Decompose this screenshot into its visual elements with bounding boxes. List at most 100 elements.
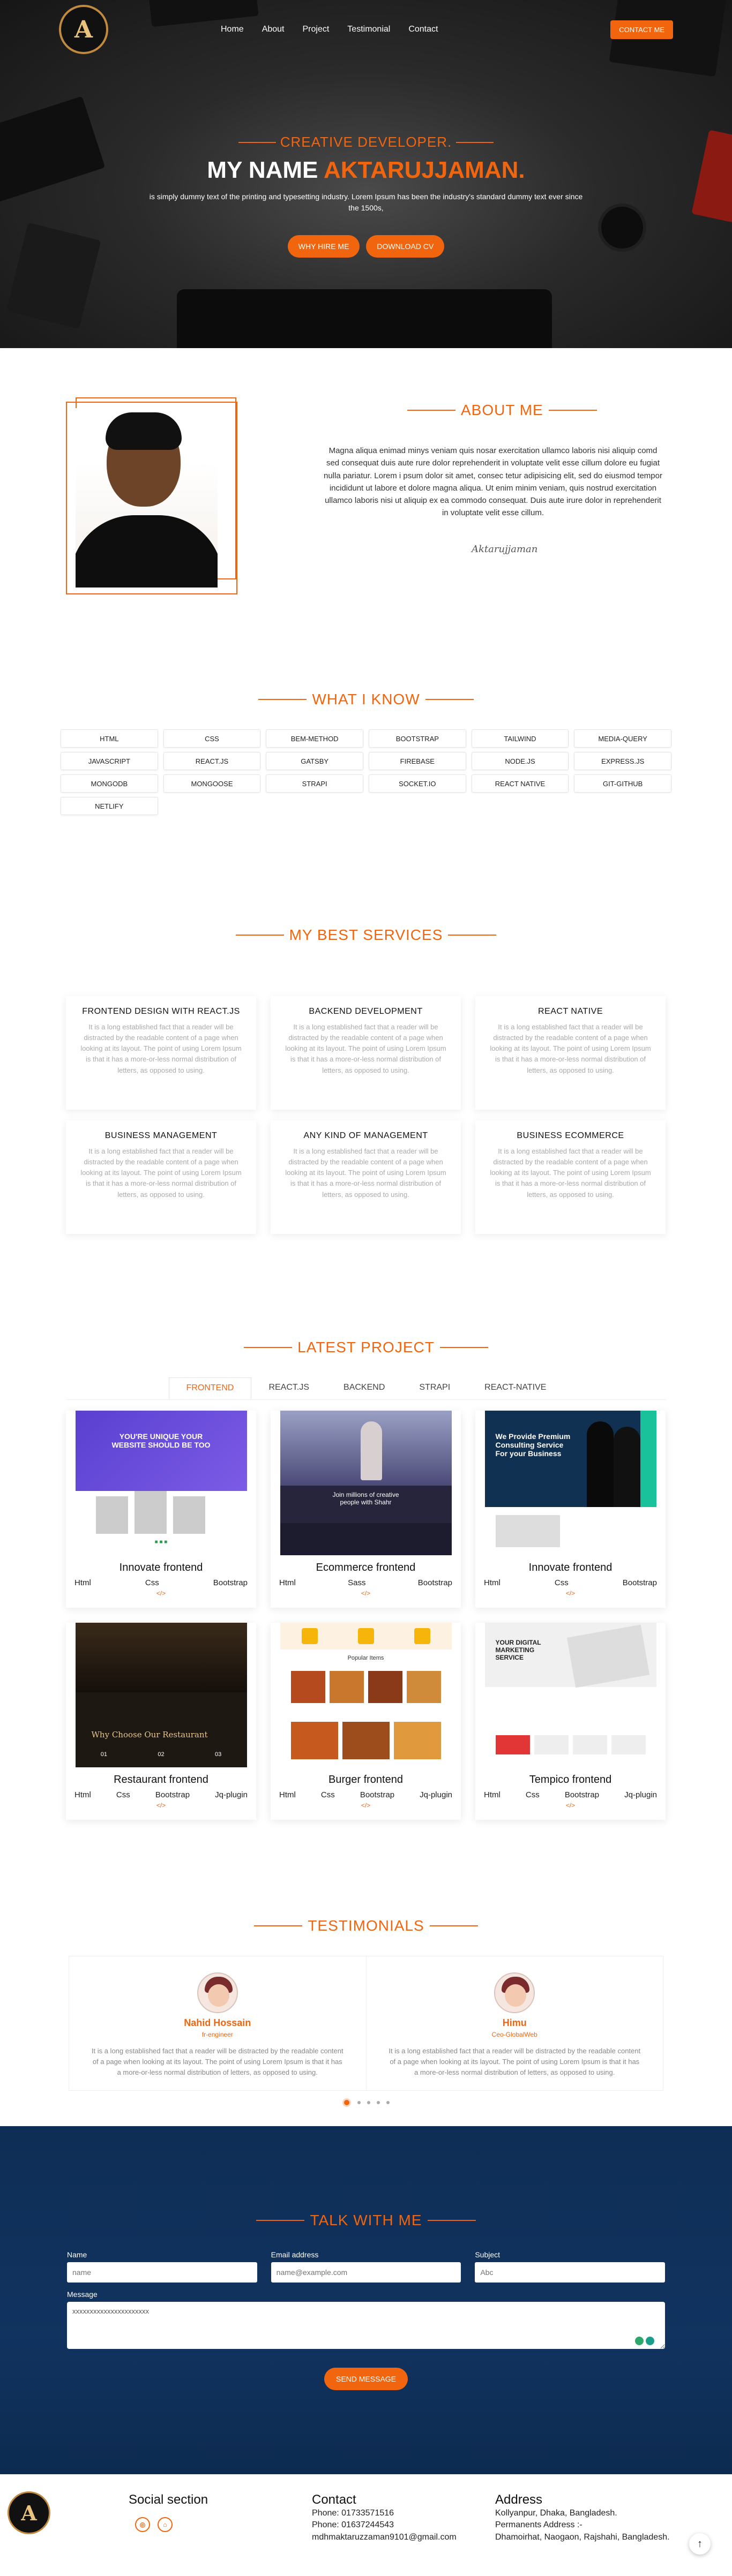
- heading-line-left: [244, 1347, 293, 1348]
- subtitle-line-left: [238, 141, 276, 143]
- project-title: Innovate frontend: [119, 1562, 203, 1573]
- project-screenshot[interactable]: YOU'RE UNIQUE YOUR WEBSITE SHOULD BE TOO…: [75, 1411, 247, 1555]
- tab-strapi[interactable]: STRAPI: [402, 1377, 467, 1399]
- skill-item: GIT-GITHUB: [574, 774, 671, 793]
- heading-line-right: [425, 699, 474, 700]
- testimonial-role: Ceo-GlobalWeb: [491, 2031, 537, 2038]
- skill-item: GATSBY: [266, 752, 363, 770]
- heading-line-left: [407, 410, 455, 411]
- photo-body: [76, 515, 218, 587]
- heading-line-left: [254, 1925, 303, 1926]
- nav-link-testimonial[interactable]: Testimonial: [347, 25, 390, 34]
- project-card[interactable]: Why Choose Our Restaurant 01 02 03 Restauran…: [66, 1623, 256, 1820]
- footer-address-col: Address Kollyanpur, Dhaka, Bangladesh. P…: [495, 2492, 670, 2543]
- project-card[interactable]: We Provide Premium Consulting Service Fo…: [475, 1411, 666, 1608]
- nav-link-about[interactable]: About: [262, 25, 285, 34]
- message-textarea[interactable]: xxxxxxxxxxxxxxxxxxxxxx: [67, 2302, 665, 2349]
- skill-item: NETLIFY: [61, 797, 158, 815]
- heading-line-left: [256, 2220, 305, 2221]
- web-icon[interactable]: ⌂: [158, 2517, 173, 2532]
- carousel-dot-1[interactable]: [342, 2098, 351, 2107]
- contact-me-button[interactable]: CONTACT ME: [610, 20, 673, 39]
- message-wrap: xxxxxxxxxxxxxxxxxxxxxx: [67, 2302, 665, 2352]
- project-card[interactable]: Join millions of creative people with Sh…: [271, 1411, 461, 1608]
- service-card: REACT NATIVE It is a long established fac…: [475, 996, 666, 1110]
- send-message-button[interactable]: SEND MESSAGE: [324, 2368, 408, 2390]
- tech-tag: Css: [554, 1578, 569, 1587]
- project-card[interactable]: YOU'RE UNIQUE YOUR WEBSITE SHOULD BE TOO…: [66, 1411, 256, 1608]
- project-title: Tempico frontend: [529, 1774, 612, 1786]
- hero-description: is simply dummy text of the printing and…: [149, 192, 583, 212]
- tab-react-native[interactable]: REACT-NATIVE: [467, 1377, 563, 1399]
- skill-item: REACT NATIVE: [471, 774, 569, 793]
- heading-line-left: [235, 935, 284, 936]
- nav-link-home[interactable]: Home: [221, 25, 244, 34]
- github-icon[interactable]: ◎: [135, 2517, 150, 2532]
- testimonial-text: It is a long established fact that a rea…: [91, 2047, 343, 2077]
- project-screenshot[interactable]: Popular Items: [280, 1623, 452, 1767]
- screenshot-text: Why Choose Our Restaurant: [91, 1730, 208, 1739]
- why-hire-me-button[interactable]: WHY HIRE ME: [287, 235, 360, 258]
- carousel-dot-4[interactable]: [377, 2101, 380, 2104]
- carousel-dot-2[interactable]: [357, 2101, 361, 2104]
- laptop-decoration: [177, 289, 552, 348]
- hero-title-name: AKTARUJJAMAN.: [323, 157, 525, 183]
- email-address[interactable]: mdhmaktaruzzaman9101@gmail.com: [312, 2532, 457, 2543]
- services-grid: FRONTEND DESIGN WITH REACT.JS It is a lon…: [66, 996, 666, 1234]
- testimonials-carousel: Nahid Hossain fr-engineer It is a long est…: [69, 1956, 663, 2091]
- service-card: FRONTEND DESIGN WITH REACT.JS It is a lon…: [66, 996, 256, 1110]
- about-paragraph: Magna aliqua enimad minys veniam quis no…: [324, 446, 662, 518]
- project-card[interactable]: Popular Items Burger frontend Html Css Boots…: [271, 1623, 461, 1820]
- services-heading-text: MY BEST SERVICES: [289, 927, 443, 943]
- skills-heading: WHAT I KNOW: [0, 691, 732, 708]
- code-link-icon[interactable]: </>: [66, 1590, 256, 1597]
- project-screenshot[interactable]: We Provide Premium Consulting Service Fo…: [484, 1411, 656, 1555]
- email-input[interactable]: [271, 2262, 461, 2283]
- code-link-icon[interactable]: </>: [475, 1802, 666, 1809]
- carousel-dot-5[interactable]: [386, 2101, 390, 2104]
- service-text: It is a long established fact that a rea…: [80, 1023, 242, 1074]
- tech-tag: Css: [320, 1790, 335, 1799]
- code-link-icon[interactable]: </>: [271, 1802, 461, 1809]
- footer-contact-col: Contact Phone: 01733571516 Phone: 016372…: [312, 2492, 457, 2543]
- project-screenshot[interactable]: Why Choose Our Restaurant 01 02 03: [75, 1623, 247, 1767]
- project-card[interactable]: YOUR DIGITAL MARKETING SERVICE Tempico fr…: [475, 1623, 666, 1820]
- nav-links: Home About Project Testimonial Contact: [221, 25, 438, 34]
- heading-line-right: [429, 1925, 478, 1926]
- code-link-icon[interactable]: </>: [475, 1590, 666, 1597]
- subject-input[interactable]: [475, 2262, 666, 2283]
- project-tech: Html Css Bootstrap Jq-plugin: [271, 1790, 461, 1799]
- name-label: Name: [67, 2250, 87, 2259]
- hero-content: CREATIVE DEVELOPER. MY NAME AKTARUJJAMAN…: [0, 134, 732, 258]
- nav-link-contact[interactable]: Contact: [408, 25, 438, 34]
- tab-react-js[interactable]: REACT.JS: [251, 1377, 326, 1399]
- contact-form: Name Email address Subject Message xxxxx…: [67, 2250, 666, 2390]
- tech-tag: Html: [484, 1790, 501, 1799]
- tech-tag: Html: [484, 1578, 501, 1587]
- assistant-icon[interactable]: [646, 2337, 654, 2345]
- footer-logo-letter: A: [21, 2500, 37, 2525]
- name-input[interactable]: [67, 2262, 257, 2283]
- download-cv-button[interactable]: DOWNLOAD CV: [366, 235, 445, 258]
- tech-tag: Bootstrap: [417, 1578, 452, 1587]
- project-tech: Html Css Bootstrap: [66, 1578, 256, 1587]
- carousel-dot-3[interactable]: [367, 2101, 370, 2104]
- project-tech: Html Css Bootstrap Jq-plugin: [475, 1790, 666, 1799]
- project-screenshot[interactable]: Join millions of creative people with Sh…: [280, 1411, 452, 1555]
- tech-tag: Bootstrap: [622, 1578, 657, 1587]
- site-logo[interactable]: A: [59, 5, 108, 54]
- footer-logo[interactable]: A: [8, 2491, 50, 2534]
- scroll-to-top-button[interactable]: ↑: [689, 2533, 711, 2555]
- tab-frontend[interactable]: FRONTEND: [168, 1377, 252, 1399]
- address-2: Dhamoirhat, Naogaon, Rajshahi, Banglades…: [495, 2532, 670, 2542]
- project-screenshot[interactable]: YOUR DIGITAL MARKETING SERVICE: [484, 1623, 656, 1767]
- skill-item: HTML: [61, 729, 158, 748]
- phone-2: Phone: 01637244543: [312, 2520, 394, 2530]
- services-heading: MY BEST SERVICES: [0, 927, 732, 944]
- nav-link-project[interactable]: Project: [303, 25, 330, 34]
- grammar-icon[interactable]: [635, 2337, 644, 2345]
- code-link-icon[interactable]: </>: [271, 1590, 461, 1597]
- tab-backend[interactable]: BACKEND: [326, 1377, 402, 1399]
- code-link-icon[interactable]: </>: [66, 1802, 256, 1809]
- project-title: Innovate frontend: [528, 1562, 613, 1573]
